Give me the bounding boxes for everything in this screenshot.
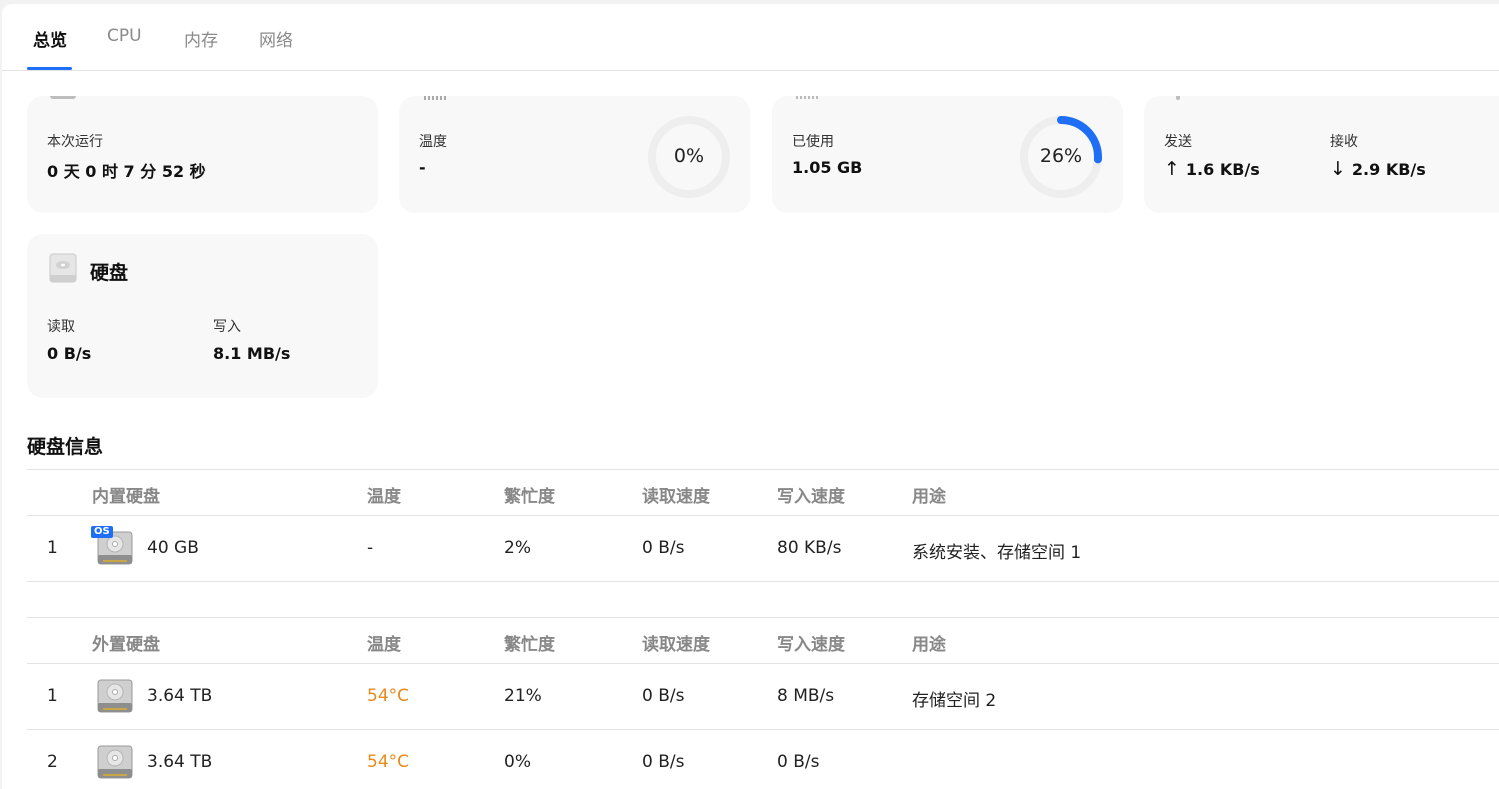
- row-index: 1: [47, 686, 58, 706]
- memory-card: 已使用 1.05 GB 26%: [772, 96, 1123, 213]
- col-header-write-speed: 写入速度: [777, 487, 845, 507]
- row-index: 2: [47, 752, 58, 772]
- disk-busy: 21%: [504, 686, 542, 706]
- disk-read-speed: 0 B/s: [642, 752, 685, 772]
- network-recv-row: ↓ 2.9 KB/s: [1330, 158, 1426, 180]
- cpu-chip-icon: [424, 96, 446, 100]
- disk-temp: 54°C: [367, 686, 410, 706]
- network-send-label: 发送: [1164, 134, 1192, 150]
- disk-busy: 0%: [504, 752, 531, 772]
- col-header-external-disk: 外置硬盘: [92, 635, 160, 655]
- col-header-temp: 温度: [367, 635, 401, 655]
- divider: [27, 663, 1499, 664]
- col-header-write-speed: 写入速度: [777, 635, 845, 655]
- col-header-usage: 用途: [912, 635, 946, 655]
- cpu-card: 温度 - 0%: [399, 96, 750, 213]
- cpu-temp-value: -: [419, 158, 426, 177]
- hard-disk-icon: [97, 679, 133, 713]
- disk-size: 3.64 TB: [147, 686, 213, 706]
- disk-size: 3.64 TB: [147, 752, 213, 772]
- disk-card: 硬盘 读取 0 B/s 写入 8.1 MB/s: [27, 234, 378, 398]
- tab-memory[interactable]: 内存: [184, 26, 218, 51]
- disk-read-speed: 0 B/s: [642, 538, 685, 558]
- cpu-temp-label: 温度: [419, 134, 447, 150]
- col-header-busy: 繁忙度: [504, 487, 555, 507]
- disk-size: 40 GB: [147, 538, 199, 558]
- disk-write-speed: 80 KB/s: [777, 538, 842, 558]
- col-header-read-speed: 读取速度: [642, 487, 710, 507]
- disk-info-title: 硬盘信息: [27, 436, 104, 458]
- uptime-card: 本次运行 0 天 0 时 7 分 52 秒: [27, 96, 378, 213]
- network-send-row: ↑ 1.6 KB/s: [1164, 158, 1260, 180]
- os-badge: OS: [91, 526, 113, 538]
- col-header-busy: 繁忙度: [504, 635, 555, 655]
- disk-temp: -: [367, 538, 374, 558]
- cpu-usage-ring: 0%: [646, 114, 732, 200]
- memory-usage-ring: 26%: [1018, 114, 1104, 200]
- uptime-value: 0 天 0 时 7 分 52 秒: [47, 162, 206, 181]
- disk-write-label: 写入: [213, 319, 241, 335]
- divider: [27, 515, 1499, 516]
- arrow-up-icon: ↑: [1164, 158, 1180, 180]
- disk-write-speed: 0 B/s: [777, 752, 820, 772]
- disk-read-speed: 0 B/s: [642, 686, 685, 706]
- hard-disk-icon: [49, 253, 77, 287]
- col-header-temp: 温度: [367, 487, 401, 507]
- divider: [27, 617, 1499, 618]
- tab-bar: 总览 CPU 内存 网络: [2, 4, 1499, 71]
- disk-busy: 2%: [504, 538, 531, 558]
- col-header-internal-disk: 内置硬盘: [92, 487, 160, 507]
- memory-used-label: 已使用: [792, 134, 834, 150]
- uptime-icon: [50, 96, 76, 99]
- disk-temp: 54°C: [367, 752, 410, 772]
- network-icon: [1176, 96, 1180, 100]
- uptime-label: 本次运行: [47, 134, 103, 150]
- tab-network[interactable]: 网络: [259, 26, 293, 51]
- divider: [27, 581, 1499, 582]
- tab-overview[interactable]: 总览: [33, 26, 67, 51]
- arrow-down-icon: ↓: [1330, 158, 1346, 180]
- disk-read-value: 0 B/s: [47, 344, 92, 363]
- disk-write-value: 8.1 MB/s: [213, 344, 291, 363]
- network-card: 发送 ↑ 1.6 KB/s 接收 ↓ 2.9 KB/s: [1144, 96, 1499, 213]
- tab-cpu[interactable]: CPU: [107, 26, 142, 46]
- hard-disk-icon: [97, 745, 133, 779]
- memory-usage-text: 26%: [1039, 145, 1083, 167]
- divider: [27, 469, 1499, 470]
- network-recv-label: 接收: [1330, 134, 1358, 150]
- overview-panel: 总览 CPU 内存 网络 本次运行 0 天 0 时 7 分 52 秒 温度 - …: [2, 4, 1499, 789]
- divider: [27, 729, 1499, 730]
- disk-read-label: 读取: [47, 319, 75, 335]
- col-header-read-speed: 读取速度: [642, 635, 710, 655]
- memory-used-value: 1.05 GB: [792, 158, 863, 177]
- disk-usage: 存储空间 2: [912, 691, 997, 711]
- network-recv-value: 2.9 KB/s: [1351, 160, 1426, 179]
- col-header-usage: 用途: [912, 487, 946, 507]
- row-index: 1: [47, 538, 58, 558]
- network-send-value: 1.6 KB/s: [1185, 160, 1260, 179]
- cpu-usage-text: 0%: [673, 145, 705, 167]
- memory-icon: [796, 96, 818, 99]
- disk-usage: 系统安装、存储空间 1: [912, 543, 1082, 563]
- disk-write-speed: 8 MB/s: [777, 686, 835, 706]
- disk-card-title: 硬盘: [90, 262, 129, 284]
- active-tab-indicator: [27, 67, 72, 70]
